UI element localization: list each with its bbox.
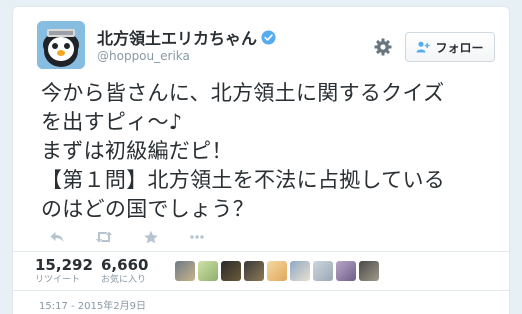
add-user-icon: [416, 41, 431, 53]
retweet-icon[interactable]: [95, 230, 113, 244]
favoriter-avatar[interactable]: [336, 261, 356, 281]
tweet-stats: 15,292 リツイート 6,660 お気に入り: [13, 251, 509, 291]
favoriter-avatar[interactable]: [221, 261, 241, 281]
retweet-count: 15,292: [35, 256, 93, 274]
penguin-avatar-image: [37, 21, 85, 69]
follow-button[interactable]: フォロー: [405, 32, 495, 62]
display-name[interactable]: 北方領土エリカちゃん: [97, 25, 276, 49]
tweet-line: まずは初級編だピ！: [41, 139, 233, 163]
follow-button-label: フォロー: [435, 40, 484, 55]
favorite-stat[interactable]: 6,660 お気に入り: [101, 256, 148, 286]
favoriter-avatars: [175, 261, 379, 281]
user-handle[interactable]: @hoppou_erika: [97, 49, 190, 63]
retweet-stat[interactable]: 15,292 リツイート: [35, 256, 93, 286]
favorite-label: お気に入り: [101, 275, 147, 285]
tweet-line: 今から皆さんに、北方領土に関するクイズ: [41, 81, 445, 105]
more-options-icon[interactable]: [189, 230, 205, 244]
favoriter-avatar[interactable]: [175, 261, 195, 281]
favoriter-avatar[interactable]: [244, 261, 264, 281]
avatar[interactable]: [37, 21, 85, 69]
favoriter-avatar[interactable]: [359, 261, 379, 281]
verified-badge-icon: [261, 29, 276, 45]
tweet-timestamp[interactable]: 15:17 - 2015年2月9日: [39, 297, 146, 312]
favorite-star-icon[interactable]: [143, 230, 159, 244]
tweet-line: のはどの国でしょう？: [41, 197, 254, 221]
reply-icon[interactable]: [49, 230, 65, 244]
favoriter-avatar[interactable]: [267, 261, 287, 281]
gear-icon[interactable]: [373, 37, 393, 57]
favoriter-avatar[interactable]: [313, 261, 333, 281]
tweet-line: を出すピィ〜♪: [41, 110, 183, 134]
tweet-actions: [49, 230, 205, 244]
tweet-text: 今から皆さんに、北方領土に関するクイズ を出すピィ〜♪ まずは初級編だピ！ 【第…: [41, 79, 501, 224]
favorite-count: 6,660: [101, 256, 149, 274]
tweet-line: 【第１問】北方領土を不法に占拠している: [41, 168, 446, 192]
retweet-label: リツイート: [35, 275, 81, 285]
favoriter-avatar[interactable]: [290, 261, 310, 281]
display-name-text[interactable]: 北方領土エリカちゃん: [97, 25, 257, 49]
favoriter-avatar[interactable]: [198, 261, 218, 281]
tweet-card: 北方領土エリカちゃん @hoppou_erika フォロー 今から皆さんに、北方…: [12, 6, 510, 314]
